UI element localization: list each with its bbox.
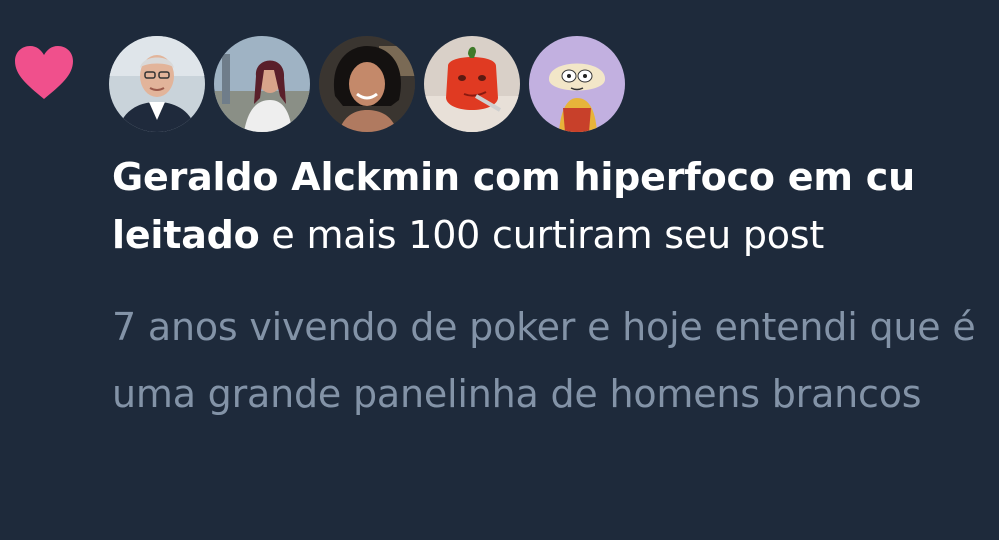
avatar[interactable] — [424, 36, 520, 132]
notification-text: Geraldo Alckmin com hiperfoco em cu leit… — [112, 148, 972, 264]
heart-icon — [13, 45, 75, 101]
post-excerpt[interactable]: 7 anos vivendo de poker e hoje entendi q… — [112, 294, 992, 428]
avatar[interactable] — [109, 36, 205, 132]
avatar[interactable] — [319, 36, 415, 132]
action-text: e mais 100 curtiram seu post — [259, 213, 825, 257]
like-notification[interactable]: Geraldo Alckmin com hiperfoco em cu leit… — [0, 0, 999, 540]
avatar-row — [109, 36, 625, 132]
avatar[interactable] — [214, 36, 310, 132]
avatar[interactable] — [529, 36, 625, 132]
